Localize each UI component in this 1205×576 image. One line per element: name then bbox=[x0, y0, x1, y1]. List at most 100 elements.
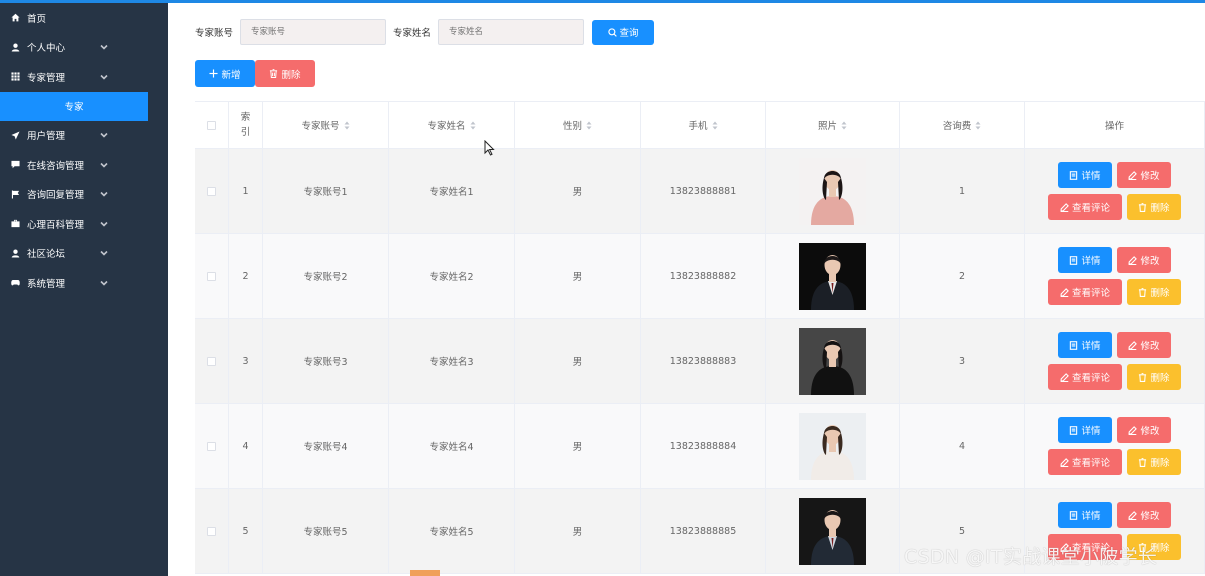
cell-account-text: 专家账号4 bbox=[303, 442, 348, 453]
detail-button[interactable]: 详情 bbox=[1058, 417, 1112, 443]
delete-button[interactable]: 删除 bbox=[1127, 449, 1181, 475]
cell-operations: 详情 修改查看评论 删除 bbox=[1025, 319, 1205, 403]
edit-button[interactable]: 修改 bbox=[1117, 162, 1171, 188]
row-checkbox[interactable] bbox=[207, 356, 216, 366]
cell-fee-text: 4 bbox=[958, 440, 966, 452]
header-gender-label: 性别 bbox=[562, 121, 582, 132]
briefcase-icon bbox=[11, 219, 20, 228]
horizontal-scrollbar-thumb[interactable] bbox=[410, 570, 440, 576]
cell-name-text: 专家姓名5 bbox=[429, 527, 474, 538]
sidebar-item-6[interactable]: 咨询回复管理 bbox=[0, 180, 168, 210]
header-name[interactable]: 专家姓名 bbox=[389, 102, 515, 148]
send-icon bbox=[11, 131, 20, 140]
cell-index: 3 bbox=[229, 319, 263, 403]
sidebar-item-1[interactable]: 个人中心 bbox=[0, 33, 168, 63]
expert-photo[interactable] bbox=[799, 412, 866, 480]
bulk-delete-button[interactable]: 删除 bbox=[255, 60, 315, 87]
delete-button[interactable]: 删除 bbox=[1127, 194, 1181, 220]
sort-icon[interactable] bbox=[470, 121, 476, 130]
trash-icon bbox=[1138, 372, 1150, 382]
header-fee[interactable]: 咨询费 bbox=[900, 102, 1025, 148]
cell-phone: 13823888883 bbox=[641, 319, 766, 403]
row-checkbox[interactable] bbox=[207, 186, 216, 196]
main-content: 专家账号 专家姓名 查询 新增 删除 索引专家账号专家姓名性别手机照片咨询费操作… bbox=[168, 3, 1205, 576]
detail-button[interactable]: 详情 bbox=[1058, 502, 1112, 528]
cell-fee-text: 5 bbox=[958, 525, 966, 537]
sidebar-subitem-expert[interactable]: 专家 bbox=[0, 91, 148, 121]
name-search-input[interactable] bbox=[438, 19, 585, 45]
edit-button[interactable]: 修改 bbox=[1117, 502, 1171, 528]
cell-operations: 详情 修改查看评论 删除 bbox=[1025, 404, 1205, 488]
header-account[interactable]: 专家账号 bbox=[263, 102, 389, 148]
cell-phone: 13823888882 bbox=[641, 234, 766, 318]
detail-button[interactable]: 详情 bbox=[1058, 332, 1112, 358]
cell-operations: 详情 修改查看评论 删除 bbox=[1025, 149, 1205, 233]
edit-icon bbox=[1128, 170, 1140, 180]
delete-button[interactable]: 删除 bbox=[1127, 364, 1181, 390]
detail-button-label: 详情 bbox=[1081, 256, 1101, 267]
cell-photo bbox=[766, 489, 900, 573]
view-comments-button[interactable]: 查看评论 bbox=[1048, 194, 1122, 220]
sidebar-item-0[interactable]: 首页 bbox=[0, 3, 168, 33]
sidebar-item-8[interactable]: 社区论坛 bbox=[0, 239, 168, 269]
sidebar-item-5[interactable]: 在线咨询管理 bbox=[0, 150, 168, 180]
header-phone[interactable]: 手机 bbox=[641, 102, 766, 148]
row-actions-top: 详情 修改 bbox=[1058, 247, 1171, 273]
expert-photo[interactable] bbox=[799, 327, 866, 395]
row-actions-top: 详情 修改 bbox=[1058, 417, 1171, 443]
sidebar-item-9[interactable]: 系统管理 bbox=[0, 268, 168, 298]
row-checkbox[interactable] bbox=[207, 441, 216, 451]
account-search-input[interactable] bbox=[240, 19, 387, 45]
cell-gender: 男 bbox=[515, 404, 641, 488]
sort-icon[interactable] bbox=[586, 121, 592, 130]
edit-icon bbox=[1128, 340, 1140, 350]
delete-button-label: 删除 bbox=[1150, 458, 1170, 469]
cell-gender-text: 男 bbox=[572, 187, 583, 198]
row-checkbox[interactable] bbox=[207, 526, 216, 536]
cell-index-text: 4 bbox=[242, 440, 249, 452]
sidebar-item-7[interactable]: 心理百科管理 bbox=[0, 209, 168, 239]
cell-index: 5 bbox=[229, 489, 263, 573]
search-icon bbox=[607, 27, 617, 37]
edit-button-label: 修改 bbox=[1140, 511, 1160, 522]
sidebar-item-label: 个人中心 bbox=[27, 43, 66, 55]
add-button[interactable]: 新增 bbox=[195, 60, 255, 87]
expert-photo[interactable] bbox=[799, 157, 866, 225]
select-all-checkbox[interactable] bbox=[207, 120, 216, 130]
sort-icon[interactable] bbox=[841, 121, 847, 130]
delete-button-label: 删除 bbox=[1150, 373, 1170, 384]
header-gender[interactable]: 性别 bbox=[515, 102, 641, 148]
row-actions-top: 详情 修改 bbox=[1058, 332, 1171, 358]
sidebar-item-label: 系统管理 bbox=[27, 278, 66, 290]
view-comments-button[interactable]: 查看评论 bbox=[1048, 364, 1122, 390]
row-actions: 详情 修改查看评论 删除 bbox=[1048, 417, 1181, 475]
sort-icon[interactable] bbox=[712, 121, 718, 130]
sort-icon[interactable] bbox=[975, 121, 981, 130]
sidebar-item-2[interactable]: 专家管理 bbox=[0, 62, 168, 92]
detail-button[interactable]: 详情 bbox=[1058, 247, 1112, 273]
view-comments-button[interactable]: 查看评论 bbox=[1048, 449, 1122, 475]
cell-account: 专家账号4 bbox=[263, 404, 389, 488]
cell-name-text: 专家姓名3 bbox=[429, 357, 474, 368]
cell-index-text: 3 bbox=[242, 355, 249, 367]
gamepad-icon bbox=[11, 278, 20, 287]
expert-photo[interactable] bbox=[799, 497, 866, 565]
edit-button[interactable]: 修改 bbox=[1117, 247, 1171, 273]
detail-button[interactable]: 详情 bbox=[1058, 162, 1112, 188]
edit-icon bbox=[1060, 372, 1072, 382]
sidebar-item-4[interactable]: 用户管理 bbox=[0, 121, 168, 151]
row-checkbox[interactable] bbox=[207, 271, 216, 281]
expert-photo[interactable] bbox=[799, 242, 866, 310]
sort-icon[interactable] bbox=[344, 121, 350, 130]
delete-button[interactable]: 删除 bbox=[1127, 279, 1181, 305]
edit-button[interactable]: 修改 bbox=[1117, 332, 1171, 358]
header-photo[interactable]: 照片 bbox=[766, 102, 900, 148]
edit-button[interactable]: 修改 bbox=[1117, 417, 1171, 443]
query-button[interactable]: 查询 bbox=[592, 19, 655, 45]
search-form: 专家账号 专家姓名 查询 bbox=[195, 19, 655, 45]
sidebar-subitem-label: 专家 bbox=[64, 102, 84, 113]
view-comments-button[interactable]: 查看评论 bbox=[1048, 279, 1122, 305]
edit-button-label: 修改 bbox=[1140, 341, 1160, 352]
row-select-cell bbox=[195, 404, 229, 488]
document-icon bbox=[1069, 170, 1081, 180]
